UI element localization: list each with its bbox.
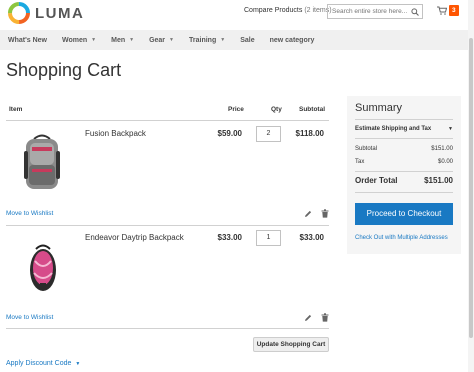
move-to-wishlist-link[interactable]: Move to Wishlist (6, 314, 53, 321)
page-header: LUMA Compare Products (2 items) Search e… (0, 0, 474, 28)
trash-icon[interactable] (321, 209, 329, 218)
discount-label: Apply Discount Code (6, 360, 72, 367)
nav-label: Training (189, 36, 217, 44)
tax-label: Tax (355, 159, 365, 165)
compare-label: Compare Products (244, 7, 303, 14)
nav-label: new category (269, 36, 315, 44)
search-icon[interactable] (411, 8, 419, 16)
multiple-addresses-link[interactable]: Check Out with Multiple Addresses (355, 235, 448, 241)
nav-item-new-category[interactable]: new category (270, 37, 315, 44)
scrollbar-thumb[interactable] (469, 38, 473, 338)
divider (355, 171, 453, 172)
search-input[interactable]: Search entire store here... (327, 4, 423, 19)
subtotal-label: Subtotal (355, 146, 378, 152)
nav-label: Women (62, 36, 88, 44)
divider (6, 328, 329, 329)
nav-item-gear[interactable]: Gear ▼ (149, 37, 174, 44)
main-navigation: What's New Women ▼ Men ▼ Gear ▼ Training ▼ S… (0, 30, 474, 50)
subtotal-row: Subtotal $151.00 (355, 146, 453, 152)
chevron-down-icon: ▼ (169, 37, 174, 43)
divider (355, 192, 453, 193)
nav-label: Gear (149, 36, 166, 44)
pencil-icon[interactable] (304, 210, 312, 218)
pencil-icon[interactable] (304, 314, 312, 322)
chevron-down-icon: ▼ (75, 360, 81, 367)
item-subtotal: $33.00 (299, 233, 324, 242)
item-subtotal: $118.00 (295, 129, 324, 138)
cart-summary: Summary Estimate Shipping and Tax ▼ Subt… (347, 96, 461, 254)
tax-row: Tax $0.00 (355, 159, 453, 165)
update-cart-button[interactable]: Update Shopping Cart (253, 337, 329, 352)
page-title: Shopping Cart (6, 60, 122, 80)
chevron-down-icon: ▼ (448, 126, 453, 132)
nav-item-men[interactable]: Men ▼ (111, 37, 134, 44)
item-price: $33.00 (217, 233, 242, 242)
nav-label: What's New (8, 36, 48, 44)
cart-count-badge[interactable]: 3 (449, 5, 459, 16)
column-header-subtotal: Subtotal (299, 106, 325, 113)
column-header-item: Item (9, 106, 23, 113)
divider (6, 225, 329, 226)
nav-item-training[interactable]: Training ▼ (189, 37, 225, 44)
chevron-down-icon: ▼ (220, 37, 226, 43)
chevron-down-icon: ▼ (91, 37, 97, 43)
summary-title: Summary (355, 102, 403, 114)
trash-icon[interactable] (321, 313, 329, 322)
column-header-price: Price (228, 106, 244, 113)
luma-logo-icon (8, 2, 30, 24)
divider (355, 138, 453, 139)
proceed-to-checkout-button[interactable]: Proceed to Checkout (355, 203, 453, 225)
order-total-row: Order Total $151.00 (355, 176, 453, 185)
tax-value: $0.00 (437, 159, 453, 165)
nav-item-whats-new[interactable]: What's New (8, 37, 47, 44)
order-total-label: Order Total (355, 176, 398, 185)
estimate-label: Estimate Shipping and Tax (355, 126, 432, 132)
column-header-qty: Qty (271, 106, 282, 113)
logo-text: LUMA (35, 4, 85, 22)
nav-label: Men (111, 36, 126, 44)
product-name-link[interactable]: Endeavor Daytrip Backpack (85, 233, 184, 242)
fusion-backpack-image[interactable] (20, 133, 64, 191)
product-name-link[interactable]: Fusion Backpack (85, 129, 146, 138)
endeavor-backpack-image[interactable] (24, 243, 62, 293)
nav-item-women[interactable]: Women ▼ (62, 37, 96, 44)
compare-products-link[interactable]: Compare Products (2 items) (244, 7, 332, 14)
divider (6, 120, 329, 121)
cart-icon[interactable] (437, 6, 447, 15)
move-to-wishlist-link[interactable]: Move to Wishlist (6, 210, 53, 217)
search-placeholder: Search entire store here... (332, 8, 408, 15)
item-price: $59.00 (217, 129, 242, 138)
subtotal-value: $151.00 (431, 146, 453, 152)
apply-discount-toggle[interactable]: Apply Discount Code ▼ (6, 360, 80, 367)
chevron-down-icon: ▼ (129, 37, 135, 43)
divider (355, 119, 453, 120)
nav-item-sale[interactable]: Sale (240, 37, 254, 44)
logo[interactable]: LUMA (8, 2, 84, 24)
estimate-shipping-toggle[interactable]: Estimate Shipping and Tax ▼ (355, 126, 453, 132)
order-total-value: $151.00 (424, 176, 453, 185)
nav-label: Sale (240, 36, 255, 44)
